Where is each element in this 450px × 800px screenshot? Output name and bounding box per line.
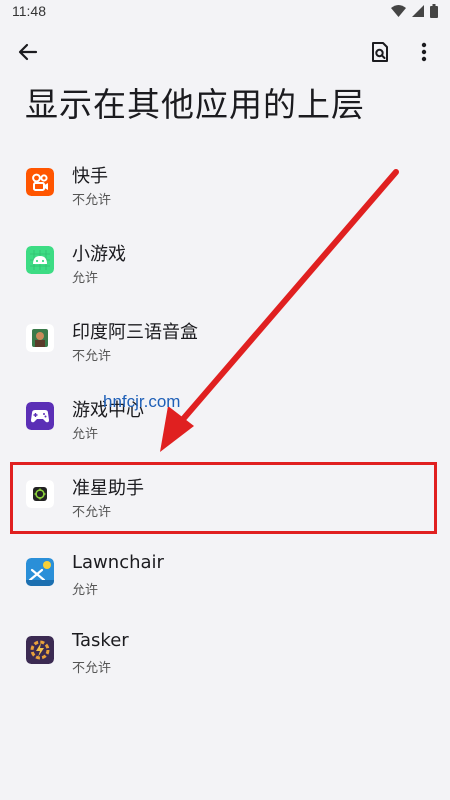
list-item-game-center[interactable]: 游戏中心 允许 — [0, 376, 450, 454]
app-name: Tasker — [72, 630, 129, 651]
app-name: Lawnchair — [72, 552, 164, 573]
app-permission-status: 允许 — [72, 427, 99, 442]
status-time: 11:48 — [12, 3, 46, 19]
voice-box-icon — [26, 324, 54, 352]
back-button[interactable] — [10, 34, 46, 70]
list-item-xiaoyouxi[interactable]: 小游戏 允许 — [0, 220, 450, 298]
app-permission-status: 允许 — [72, 583, 99, 598]
gamepad-icon — [26, 402, 54, 430]
app-permission-status: 不允许 — [72, 193, 112, 208]
watermark-text: hnfcjr.com — [103, 392, 181, 411]
app-name: 小游戏 — [72, 244, 126, 265]
wifi-icon — [391, 5, 406, 17]
android-icon — [26, 246, 54, 274]
signal-icon — [412, 5, 424, 17]
status-bar: 11:48 — [0, 0, 450, 24]
list-item-tasker[interactable]: Tasker 不允许 — [0, 610, 450, 688]
lawnchair-icon — [26, 558, 54, 586]
app-permission-status: 不允许 — [72, 661, 112, 676]
list-item-zhunxing-assistant[interactable]: 准星助手 不允许 — [0, 454, 450, 532]
app-permission-status: 不允许 — [72, 505, 112, 520]
app-name: 快手 — [72, 166, 108, 187]
tasker-icon — [26, 636, 54, 664]
app-name: 准星助手 — [72, 478, 144, 499]
list-item-voice-box[interactable]: 印度阿三语音盒 不允许 — [0, 298, 450, 376]
status-icons — [391, 4, 438, 18]
list-item-kuaishou[interactable]: 快手 不允许 — [0, 142, 450, 220]
page-title: 显示在其他应用的上层 — [25, 85, 365, 124]
more-options-button[interactable] — [406, 34, 442, 70]
app-bar — [0, 28, 450, 76]
app-name: 印度阿三语音盒 — [72, 322, 198, 343]
battery-icon — [430, 4, 438, 18]
crosshair-assistant-icon — [26, 480, 54, 508]
more-vert-icon — [421, 42, 427, 62]
list-item-lawnchair[interactable]: Lawnchair 允许 — [0, 532, 450, 610]
doc-search-icon — [372, 42, 388, 62]
app-list: 快手 不允许 小游戏 允许 印度阿三语音盒 不允许 游戏中心 允许 准星助手 不… — [0, 142, 450, 688]
back-arrow-icon — [18, 43, 38, 61]
app-permission-status: 不允许 — [72, 349, 112, 364]
kuaishou-icon — [26, 168, 54, 196]
search-settings-button[interactable] — [362, 34, 398, 70]
app-permission-status: 允许 — [72, 271, 99, 286]
